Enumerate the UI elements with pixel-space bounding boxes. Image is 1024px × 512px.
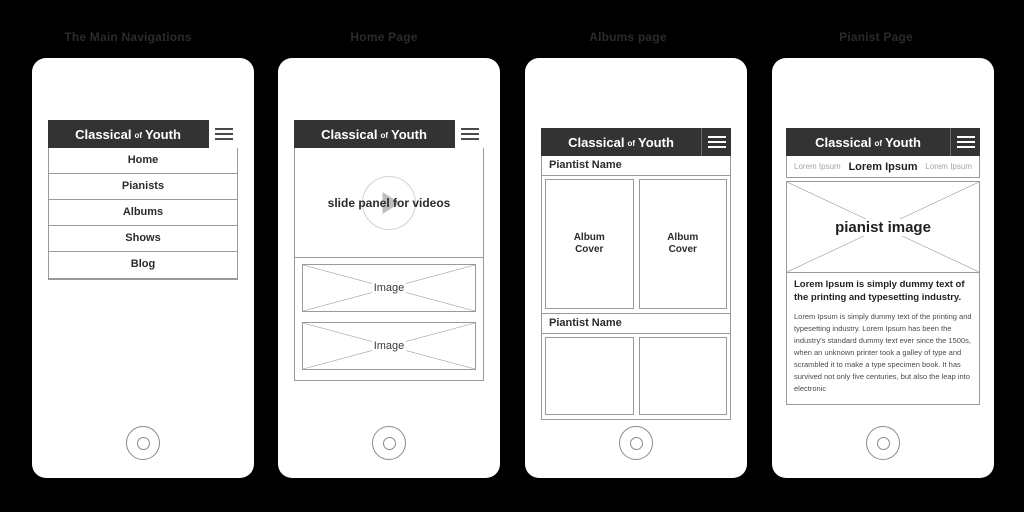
hamburger-icon[interactable] [950, 128, 980, 156]
video-slide-panel[interactable]: slide panel for videos [294, 148, 484, 258]
brand-connector: of [874, 138, 883, 148]
brand-logo[interactable]: Classical of Youth [48, 120, 208, 148]
nav-item-shows[interactable]: Shows [49, 226, 237, 252]
screen-viewport: Classical of Youth Piantist Name Album C… [541, 128, 731, 420]
brand-connector: of [627, 138, 636, 148]
album-cover-line1: Album [667, 231, 699, 243]
breadcrumb-item-current[interactable]: Lorem Ipsum [848, 161, 917, 173]
article-body: Lorem Ipsum is simply dummy text of the … [786, 273, 980, 405]
pianist-image-placeholder[interactable]: pianist image [786, 181, 980, 273]
brand-logo[interactable]: Classical of Youth [294, 120, 454, 148]
app-bar: Classical of Youth [48, 120, 238, 148]
phone-frame: Classical of Youth Home Pianists Albums … [32, 58, 254, 478]
screen-title: Pianist Page [839, 30, 913, 44]
nav-item-home[interactable]: Home [49, 148, 237, 174]
screen-title: The Main Navigations [64, 30, 192, 44]
album-grid-row: Album Cover Album Cover [541, 176, 731, 314]
home-button[interactable] [372, 426, 406, 460]
hamburger-icon[interactable] [208, 120, 238, 148]
home-button[interactable] [619, 426, 653, 460]
hamburger-icon[interactable] [454, 120, 484, 148]
album-cover-line2: Cover [575, 244, 604, 255]
screen-viewport: Classical of Youth Lorem Ipsum Lorem Ips… [786, 128, 980, 405]
album-cover-line1: Album [573, 231, 605, 243]
brand-name-part2: Youth [638, 134, 674, 150]
image-placeholder[interactable]: Image [302, 322, 476, 370]
brand-logo[interactable]: Classical of Youth [786, 128, 950, 156]
screen-viewport: Classical of Youth slide panel for video… [294, 120, 484, 381]
brand-connector: of [380, 130, 389, 140]
brand-name-part2: Youth [885, 134, 921, 150]
screen-title: Home Page [350, 30, 418, 44]
home-button-inner [876, 436, 890, 450]
image-list: Image Image [294, 258, 484, 381]
brand-name-part1: Classical [568, 134, 625, 150]
breadcrumb-item-prev[interactable]: Lorem Ipsum [794, 162, 841, 171]
slide-panel-label: slide panel for videos [327, 195, 451, 210]
album-cover-card[interactable] [545, 337, 634, 415]
screen-main-navigations: The Main Navigations Classical of Youth … [0, 0, 256, 512]
home-button-inner [136, 436, 150, 450]
phone-frame: Classical of Youth Lorem Ipsum Lorem Ips… [772, 58, 994, 478]
brand-name-part1: Classical [75, 126, 132, 142]
screen-viewport: Classical of Youth Home Pianists Albums … [48, 120, 238, 412]
article-heading: Lorem Ipsum is simply dummy text of the … [794, 279, 965, 303]
section-heading-pianist-2: Piantist Name [541, 314, 731, 334]
phone-frame: Classical of Youth slide panel for video… [278, 58, 500, 478]
brand-connector: of [134, 130, 143, 140]
home-button[interactable] [866, 426, 900, 460]
brand-name-part1: Classical [321, 126, 378, 142]
home-button[interactable] [126, 426, 160, 460]
app-bar: Classical of Youth [294, 120, 484, 148]
nav-item-pianists[interactable]: Pianists [49, 174, 237, 200]
screen-title: Albums page [589, 30, 667, 44]
image-caption: Image [371, 282, 407, 294]
app-bar: Classical of Youth [541, 128, 731, 156]
section-heading-pianist-1: Piantist Name [541, 156, 731, 176]
breadcrumb-item-next[interactable]: Lorem Ipsum [925, 162, 972, 171]
content-placeholder-area [48, 279, 238, 412]
hamburger-icon[interactable] [701, 128, 731, 156]
album-cover-card[interactable]: Album Cover [638, 179, 727, 309]
breadcrumb: Lorem Ipsum Lorem Ipsum Lorem Ipsum [786, 156, 980, 178]
screen-albums-page: Albums page Classical of Youth Piantist … [500, 0, 756, 512]
screen-pianist-page: Pianist Page Classical of Youth Lorem Ip… [748, 0, 1004, 512]
brand-name-part2: Youth [391, 126, 427, 142]
album-cover-card[interactable] [638, 337, 727, 415]
phone-frame: Classical of Youth Piantist Name Album C… [525, 58, 747, 478]
brand-name-part1: Classical [815, 134, 872, 150]
pianist-image-caption: pianist image [831, 218, 935, 236]
nav-item-blog[interactable]: Blog [49, 252, 237, 278]
wireframe-canvas: The Main Navigations Classical of Youth … [0, 0, 1024, 512]
image-placeholder[interactable]: Image [302, 264, 476, 312]
screen-home-page: Home Page Classical of Youth slide panel… [256, 0, 512, 512]
album-cover-line2: Cover [668, 244, 697, 255]
nav-item-albums[interactable]: Albums [49, 200, 237, 226]
home-button-inner [382, 436, 396, 450]
nav-menu-list: Home Pianists Albums Shows Blog [48, 148, 238, 279]
brand-logo[interactable]: Classical of Youth [541, 128, 701, 156]
home-button-inner [629, 436, 643, 450]
album-cover-card[interactable]: Album Cover [545, 179, 634, 309]
album-grid-row [541, 334, 731, 420]
app-bar: Classical of Youth [786, 128, 980, 156]
article-paragraph: Lorem Ipsum is simply dummy text of the … [794, 311, 972, 394]
brand-name-part2: Youth [145, 126, 181, 142]
image-caption: Image [371, 340, 407, 352]
